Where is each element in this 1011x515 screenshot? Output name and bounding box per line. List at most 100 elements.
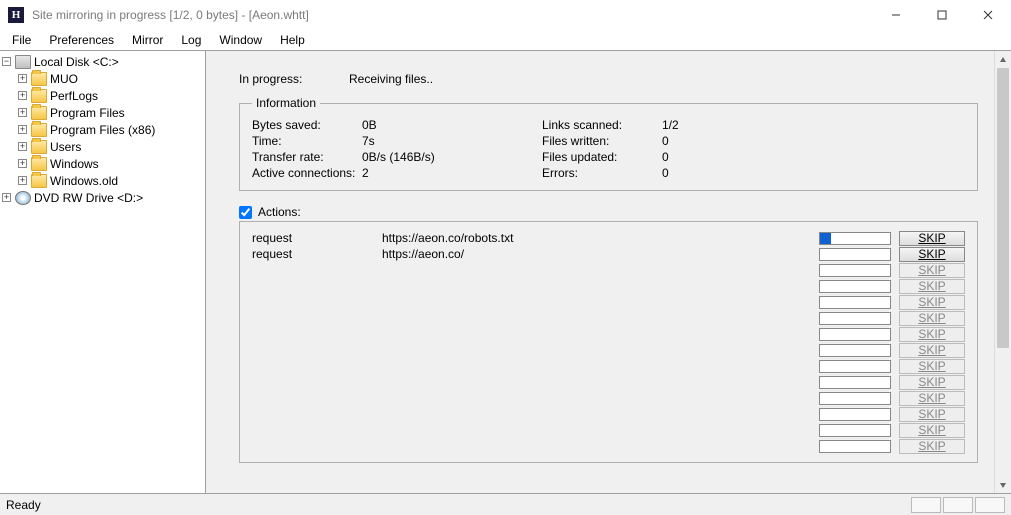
skip-button: SKIP <box>899 311 965 326</box>
action-row: SKIP <box>250 262 967 278</box>
progress-bar <box>819 248 891 261</box>
tree-node-dvd[interactable]: DVD RW Drive <D:> <box>34 191 143 205</box>
folder-icon <box>31 72 47 86</box>
progress-bar <box>819 296 891 309</box>
action-url <box>380 358 817 374</box>
content-pane: In progress: Receiving files.. Informati… <box>206 51 1011 493</box>
expand-toggle[interactable]: + <box>18 142 27 151</box>
folder-icon <box>31 157 47 171</box>
maximize-button[interactable] <box>919 0 965 30</box>
tree-node[interactable]: MUO <box>50 72 78 86</box>
actions-checkbox[interactable] <box>239 206 252 219</box>
action-type <box>250 438 380 454</box>
progress-bar <box>819 328 891 341</box>
skip-button[interactable]: SKIP <box>899 231 965 246</box>
progress-bar <box>819 344 891 357</box>
action-row: SKIP <box>250 278 967 294</box>
scroll-down-button[interactable] <box>995 476 1011 493</box>
skip-button[interactable]: SKIP <box>899 247 965 262</box>
action-row: SKIP <box>250 358 967 374</box>
window-title: Site mirroring in progress [1/2, 0 bytes… <box>32 8 873 22</box>
transfer-rate-value: 0B/s (146B/s) <box>362 150 542 164</box>
statusbar: Ready <box>0 493 1011 515</box>
action-url <box>380 390 817 406</box>
menu-mirror[interactable]: Mirror <box>124 31 171 49</box>
expand-toggle[interactable]: + <box>18 108 27 117</box>
drive-icon <box>15 55 31 69</box>
minimize-button[interactable] <box>873 0 919 30</box>
close-button[interactable] <box>965 0 1011 30</box>
menu-preferences[interactable]: Preferences <box>41 31 122 49</box>
action-row: requesthttps://aeon.co/SKIP <box>250 246 967 262</box>
time-value: 7s <box>362 134 542 148</box>
skip-button: SKIP <box>899 263 965 278</box>
expand-toggle[interactable]: + <box>18 125 27 134</box>
files-updated-value: 0 <box>662 150 742 164</box>
folder-tree[interactable]: − Local Disk <C:> + MUO + PerfLogs + Program … <box>0 51 206 493</box>
action-row: SKIP <box>250 374 967 390</box>
files-written-value: 0 <box>662 134 742 148</box>
folder-icon <box>31 106 47 120</box>
action-row: SKIP <box>250 294 967 310</box>
bytes-saved-label: Bytes saved: <box>252 118 362 132</box>
scroll-up-button[interactable] <box>995 51 1011 68</box>
action-url <box>380 422 817 438</box>
links-scanned-value: 1/2 <box>662 118 742 132</box>
expand-toggle[interactable]: + <box>18 176 27 185</box>
skip-button: SKIP <box>899 327 965 342</box>
menu-log[interactable]: Log <box>173 31 209 49</box>
folder-icon <box>31 174 47 188</box>
tree-node[interactable]: Users <box>50 140 81 154</box>
menu-help[interactable]: Help <box>272 31 313 49</box>
tree-node[interactable]: Program Files (x86) <box>50 123 155 137</box>
action-type <box>250 406 380 422</box>
information-group: Information Bytes saved: 0B Links scanne… <box>239 96 978 191</box>
action-type <box>250 262 380 278</box>
action-row: SKIP <box>250 438 967 454</box>
skip-button: SKIP <box>899 279 965 294</box>
scroll-thumb[interactable] <box>997 68 1009 348</box>
action-row: SKIP <box>250 342 967 358</box>
information-legend: Information <box>252 96 320 110</box>
errors-label: Errors: <box>542 166 662 180</box>
expand-toggle[interactable]: + <box>18 91 27 100</box>
menu-window[interactable]: Window <box>211 31 270 49</box>
bytes-saved-value: 0B <box>362 118 542 132</box>
time-label: Time: <box>252 134 362 148</box>
menu-file[interactable]: File <box>4 31 39 49</box>
skip-button: SKIP <box>899 423 965 438</box>
skip-button: SKIP <box>899 359 965 374</box>
tree-node[interactable]: Windows.old <box>50 174 118 188</box>
tree-node[interactable]: PerfLogs <box>50 89 98 103</box>
links-scanned-label: Links scanned: <box>542 118 662 132</box>
tree-node[interactable]: Windows <box>50 157 99 171</box>
action-type <box>250 422 380 438</box>
tree-node[interactable]: Program Files <box>50 106 125 120</box>
tree-node-local-disk[interactable]: Local Disk <C:> <box>34 55 119 69</box>
action-row: SKIP <box>250 406 967 422</box>
action-type <box>250 310 380 326</box>
expand-toggle[interactable]: + <box>2 193 11 202</box>
skip-button: SKIP <box>899 375 965 390</box>
files-written-label: Files written: <box>542 134 662 148</box>
progress-bar <box>819 408 891 421</box>
expand-toggle[interactable]: − <box>2 57 11 66</box>
status-cell <box>943 497 973 513</box>
action-type <box>250 326 380 342</box>
action-row: SKIP <box>250 326 967 342</box>
vertical-scrollbar[interactable] <box>994 51 1011 493</box>
dvd-icon <box>15 191 31 205</box>
action-type: request <box>250 230 380 246</box>
progress-bar <box>819 312 891 325</box>
expand-toggle[interactable]: + <box>18 74 27 83</box>
active-connections-label: Active connections: <box>252 166 362 180</box>
action-type <box>250 342 380 358</box>
folder-icon <box>31 89 47 103</box>
folder-icon <box>31 140 47 154</box>
expand-toggle[interactable]: + <box>18 159 27 168</box>
action-url <box>380 294 817 310</box>
status-text: Ready <box>6 498 41 512</box>
action-url <box>380 262 817 278</box>
action-url <box>380 406 817 422</box>
files-updated-label: Files updated: <box>542 150 662 164</box>
